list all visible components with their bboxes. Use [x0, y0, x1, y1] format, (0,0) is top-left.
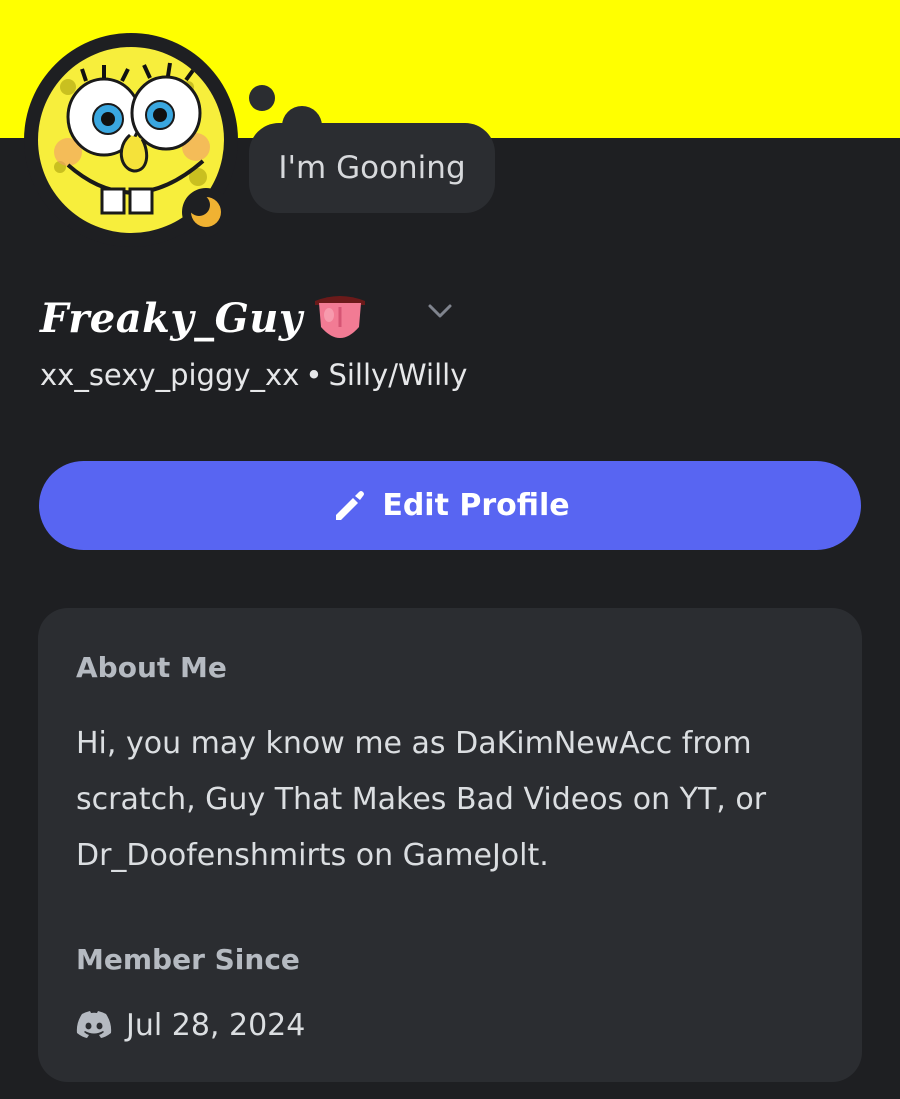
edit-profile-label: Edit Profile [382, 488, 570, 523]
pencil-icon [336, 490, 365, 520]
username: xx_sexy_piggy_xx [40, 358, 300, 392]
display-name: Freaky_Guy [40, 294, 303, 342]
custom-status-bubble[interactable]: I'm Gooning [249, 123, 495, 213]
custom-status-text: I'm Gooning [278, 150, 466, 186]
chevron-down-icon[interactable] [425, 298, 455, 324]
about-me-text: Hi, you may know me as DaKimNewAcc from … [76, 726, 767, 873]
profile-info-card: About Me Hi, you may know me as DaKimNew… [38, 608, 862, 1082]
profile-page: I'm Gooning Freaky_Guy xx_sexy_piggy_xx •… [0, 0, 900, 1099]
moon-idle-icon [190, 196, 221, 227]
separator: • [305, 358, 323, 392]
edit-profile-button[interactable]: Edit Profile [39, 461, 861, 550]
pronouns: Silly/Willy [328, 358, 468, 392]
member-since-row: Jul 28, 2024 [76, 1003, 305, 1047]
status-bubble-dot-small [249, 85, 275, 111]
member-since-title: Member Since [76, 943, 300, 976]
member-since-date: Jul 28, 2024 [126, 1007, 306, 1043]
tongue-emoji-icon [314, 296, 365, 338]
about-me-title: About Me [76, 651, 227, 684]
discord-logo-icon [76, 1011, 112, 1038]
username-line: xx_sexy_piggy_xx • Silly/Willy [40, 358, 467, 392]
status-indicator [182, 188, 230, 236]
display-name-row: Freaky_Guy [40, 288, 369, 348]
